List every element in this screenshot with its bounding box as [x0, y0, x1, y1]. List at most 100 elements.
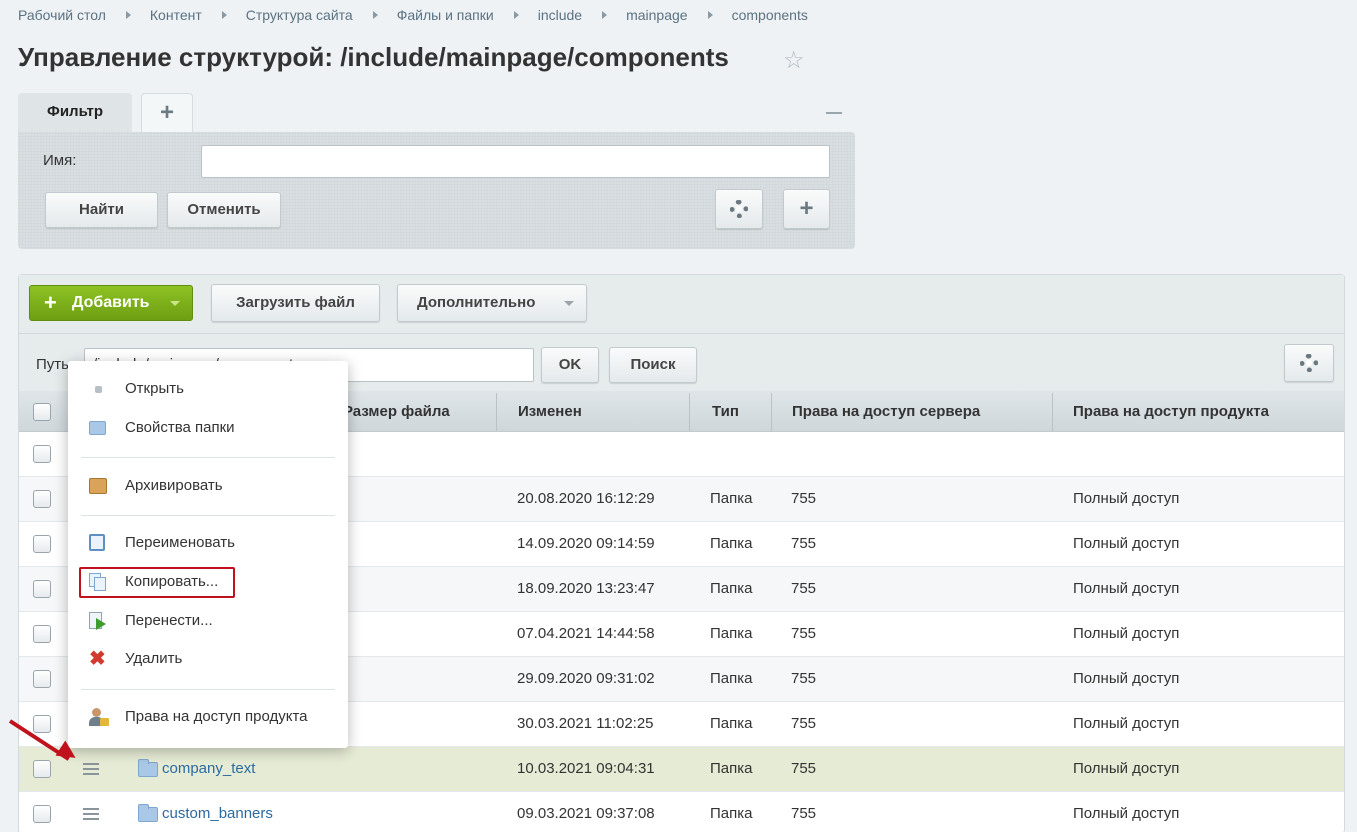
rename-icon — [89, 534, 107, 552]
gear-icon — [730, 200, 748, 218]
chevron-right-icon — [513, 11, 519, 19]
row-server-rights: 755 — [791, 535, 817, 552]
add-filter-tab-button[interactable]: + — [141, 93, 193, 133]
row-checkbox[interactable] — [33, 715, 51, 733]
row-checkbox[interactable] — [33, 490, 51, 508]
row-type: Папка — [710, 760, 753, 777]
chevron-right-icon — [602, 11, 608, 19]
row-product-rights: Полный доступ — [1073, 670, 1180, 687]
cancel-button[interactable]: Отменить — [167, 192, 281, 228]
row-product-rights: Полный доступ — [1073, 805, 1180, 822]
menu-item-product-rights[interactable]: Права на доступ продукта — [125, 708, 308, 725]
chevron-right-icon — [125, 11, 131, 19]
breadcrumb-item-site-structure[interactable]: Структура сайта — [246, 7, 353, 23]
menu-item-archive[interactable]: Архивировать — [125, 477, 223, 494]
row-product-rights: Полный доступ — [1073, 715, 1180, 732]
breadcrumb-item-desktop[interactable]: Рабочий стол — [18, 7, 106, 23]
select-all-checkbox[interactable] — [33, 403, 51, 421]
row-checkbox[interactable] — [33, 670, 51, 688]
row-actions-menu-icon[interactable] — [83, 763, 99, 778]
row-type: Папка — [710, 670, 753, 687]
add-button-label: Добавить — [72, 294, 150, 311]
filter-settings-button[interactable] — [715, 189, 763, 229]
column-header-size[interactable]: Размер файла — [343, 403, 450, 420]
column-divider — [771, 393, 772, 431]
row-actions-menu-icon[interactable] — [83, 808, 99, 823]
column-header-server-rights[interactable]: Права на доступ сервера — [792, 403, 980, 420]
row-server-rights: 755 — [791, 805, 817, 822]
breadcrumb-item-include[interactable]: include — [538, 7, 582, 23]
toolbar-divider — [19, 333, 1344, 334]
row-modified: 14.09.2020 09:14:59 — [517, 535, 655, 552]
row-type: Папка — [710, 490, 753, 507]
move-icon — [89, 612, 107, 630]
row-modified: 30.03.2021 11:02:25 — [517, 715, 654, 732]
open-icon — [89, 380, 107, 398]
add-button[interactable]: + Добавить — [29, 285, 193, 321]
row-server-rights: 755 — [791, 580, 817, 597]
more-actions-label: Дополнительно — [417, 294, 536, 311]
menu-item-move[interactable]: Перенести... — [125, 612, 213, 629]
row-checkbox[interactable] — [33, 445, 51, 463]
menu-item-delete[interactable]: Удалить — [125, 650, 182, 667]
row-checkbox[interactable] — [33, 580, 51, 598]
chevron-right-icon — [221, 11, 227, 19]
row-type: Папка — [710, 535, 753, 552]
row-product-rights: Полный доступ — [1073, 580, 1180, 597]
menu-item-open[interactable]: Открыть — [125, 380, 184, 397]
row-product-rights: Полный доступ — [1073, 490, 1180, 507]
row-server-rights: 755 — [791, 760, 817, 777]
search-button[interactable]: Поиск — [609, 347, 697, 383]
row-modified: 18.09.2020 13:23:47 — [517, 580, 655, 597]
find-button[interactable]: Найти — [45, 192, 158, 228]
column-divider — [689, 393, 690, 431]
archive-icon — [89, 476, 107, 494]
menu-divider — [81, 457, 335, 458]
tab-filter[interactable]: Фильтр — [18, 93, 132, 133]
row-modified: 10.03.2021 09:04:31 — [517, 760, 655, 777]
column-header-product-rights[interactable]: Права на доступ продукта — [1073, 403, 1269, 420]
filter-name-label: Имя: — [43, 152, 77, 169]
row-server-rights: 755 — [791, 670, 817, 687]
row-modified: 09.03.2021 09:37:08 — [517, 805, 655, 822]
row-type: Папка — [710, 715, 753, 732]
row-checkbox[interactable] — [33, 535, 51, 553]
row-type: Папка — [710, 625, 753, 642]
column-header-type[interactable]: Тип — [712, 403, 739, 420]
row-type: Папка — [710, 580, 753, 597]
star-icon[interactable]: ☆ — [783, 46, 805, 75]
breadcrumb-item-files[interactable]: Файлы и папки — [397, 7, 494, 23]
upload-file-button[interactable]: Загрузить файл — [211, 284, 380, 322]
menu-item-rename[interactable]: Переименовать — [125, 534, 235, 551]
column-divider — [1052, 393, 1053, 431]
row-name-link[interactable]: company_text — [162, 760, 255, 777]
path-ok-button[interactable]: OK — [541, 347, 599, 383]
folder-icon — [138, 804, 158, 822]
column-header-modified[interactable]: Изменен — [518, 403, 582, 420]
filter-add-field-button[interactable]: + — [783, 189, 830, 229]
row-type: Папка — [710, 805, 753, 822]
row-checkbox[interactable] — [33, 760, 51, 778]
folder-icon — [138, 759, 158, 777]
row-checkbox[interactable] — [33, 805, 51, 823]
breadcrumb-item-components[interactable]: components — [732, 7, 808, 23]
breadcrumb-item-content[interactable]: Контент — [150, 7, 202, 23]
breadcrumb: Рабочий стол Контент Структура сайта Фай… — [18, 7, 808, 23]
table-row[interactable]: company_text 10.03.2021 09:04:31 Папка 7… — [19, 747, 1344, 792]
row-product-rights: Полный доступ — [1073, 760, 1180, 777]
table-row[interactable]: custom_banners 09.03.2021 09:37:08 Папка… — [19, 792, 1344, 832]
more-actions-button[interactable]: Дополнительно — [397, 284, 587, 322]
row-checkbox[interactable] — [33, 625, 51, 643]
menu-divider — [81, 689, 335, 690]
chevron-right-icon — [707, 11, 713, 19]
filter-name-input[interactable] — [201, 145, 830, 178]
collapse-filter-icon[interactable] — [826, 112, 842, 114]
chevron-down-icon[interactable] — [170, 301, 180, 306]
row-server-rights: 755 — [791, 715, 817, 732]
chevron-down-icon — [564, 301, 574, 306]
gear-icon — [1300, 354, 1318, 372]
menu-item-folder-properties[interactable]: Свойства папки — [125, 419, 235, 436]
breadcrumb-item-mainpage[interactable]: mainpage — [626, 7, 688, 23]
row-name-link[interactable]: custom_banners — [162, 805, 273, 822]
list-settings-button[interactable] — [1284, 344, 1334, 382]
